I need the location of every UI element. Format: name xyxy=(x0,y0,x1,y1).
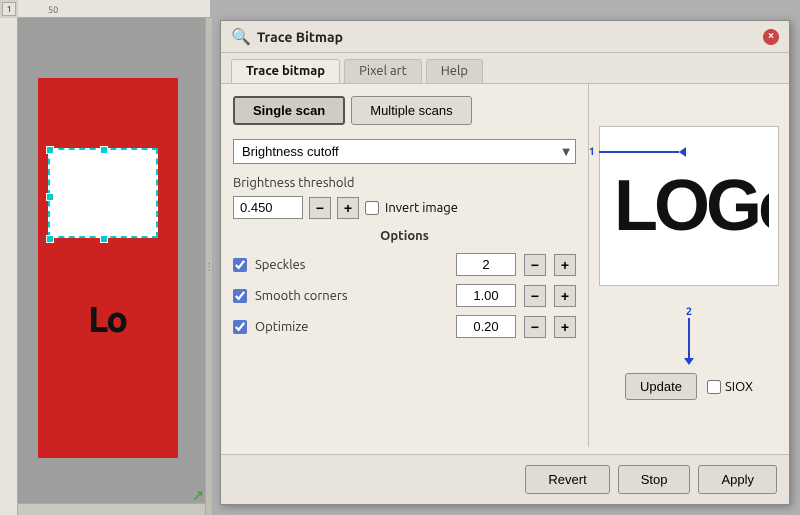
threshold-decrease-button[interactable]: − xyxy=(309,197,331,219)
dialog-titlebar: 🔍 Trace Bitmap × xyxy=(221,21,789,53)
dropdown-wrapper: Brightness cutoff ▼ xyxy=(233,139,576,164)
optimize-row: Optimize − + xyxy=(233,315,576,338)
ruler-top: 50 xyxy=(18,0,210,18)
smooth-corners-decrease-button[interactable]: − xyxy=(524,285,546,307)
tab-help[interactable]: Help xyxy=(426,59,483,83)
optimize-checkbox[interactable] xyxy=(233,320,247,334)
invert-image-checkbox[interactable] xyxy=(365,201,379,215)
siox-checkbox[interactable] xyxy=(707,380,721,394)
invert-row: Invert image xyxy=(365,201,458,215)
dropdown-section: Brightness cutoff ▼ 1 xyxy=(233,139,576,164)
canvas-area: 1 50 Lo ↗ xyxy=(0,0,210,515)
annotation-arrow-line xyxy=(599,151,679,153)
update-row: Update SIOX xyxy=(625,373,753,400)
optimize-label: Optimize xyxy=(255,320,448,334)
handle-bm[interactable] xyxy=(100,235,108,243)
optimize-input[interactable] xyxy=(456,315,516,338)
close-button[interactable]: × xyxy=(763,29,779,45)
logo-preview-text: LOGo xyxy=(609,155,769,257)
annotation-1-arrow xyxy=(599,147,686,157)
brightness-dropdown[interactable]: Brightness cutoff xyxy=(233,139,576,164)
smooth-corners-input[interactable] xyxy=(456,284,516,307)
optimize-increase-button[interactable]: + xyxy=(554,316,576,338)
dialog-body: Single scan Multiple scans Brightness cu… xyxy=(221,84,789,447)
options-title: Options xyxy=(233,229,576,243)
canvas-logo-text: Lo xyxy=(88,298,126,339)
speckles-decrease-button[interactable]: − xyxy=(524,254,546,276)
left-panel: Single scan Multiple scans Brightness cu… xyxy=(221,84,589,447)
logo-white-box: Lo xyxy=(48,148,158,238)
apply-button[interactable]: Apply xyxy=(698,465,777,494)
handle-bl[interactable] xyxy=(46,235,54,243)
trace-icon: 🔍 xyxy=(231,27,251,46)
speckles-label: Speckles xyxy=(255,258,448,272)
dialog-title: Trace Bitmap xyxy=(257,29,757,45)
smooth-corners-label: Smooth corners xyxy=(255,289,448,303)
speckles-increase-button[interactable]: + xyxy=(554,254,576,276)
tabs-container: Trace bitmap Pixel art Help xyxy=(221,53,789,84)
siox-label: SIOX xyxy=(725,380,753,394)
multiple-scans-button[interactable]: Multiple scans xyxy=(351,96,471,125)
tabs-inner: Trace bitmap Pixel art Help xyxy=(231,53,779,83)
smooth-corners-increase-button[interactable]: + xyxy=(554,285,576,307)
red-rectangle xyxy=(38,78,178,458)
smooth-corners-row: Smooth corners − + xyxy=(233,284,576,307)
canvas-direction-icon: ↗ xyxy=(192,487,206,501)
annotation-2-line xyxy=(688,318,690,358)
canvas-content: Lo xyxy=(18,18,210,515)
siox-row: SIOX xyxy=(707,380,753,394)
right-panel: LOGo 2 Update SIOX xyxy=(589,84,789,447)
threshold-row: − + Invert image xyxy=(233,196,576,219)
smooth-corners-checkbox[interactable] xyxy=(233,289,247,303)
revert-button[interactable]: Revert xyxy=(525,465,609,494)
handle-tm[interactable] xyxy=(100,146,108,154)
optimize-decrease-button[interactable]: − xyxy=(524,316,546,338)
tab-pixel-art[interactable]: Pixel art xyxy=(344,59,422,83)
speckles-row: Speckles − + xyxy=(233,253,576,276)
annotation-2-number: 2 xyxy=(686,306,692,318)
separator-dots: ⋮ xyxy=(204,262,214,272)
threshold-label: Brightness threshold xyxy=(233,176,576,190)
handle-tl[interactable] xyxy=(46,146,54,154)
annotation-2: 2 xyxy=(684,306,694,365)
annotation-1: 1 xyxy=(589,146,686,158)
scan-buttons: Single scan Multiple scans xyxy=(233,96,576,125)
ruler-left xyxy=(0,18,18,515)
single-scan-button[interactable]: Single scan xyxy=(233,96,345,125)
page-indicator: 1 xyxy=(2,2,16,16)
annotation-2-arrow xyxy=(684,318,694,365)
update-button[interactable]: Update xyxy=(625,373,697,400)
horizontal-scrollbar[interactable] xyxy=(18,503,210,515)
tab-trace-bitmap[interactable]: Trace bitmap xyxy=(231,59,340,83)
logo-svg: LOGo xyxy=(609,155,769,245)
speckles-input[interactable] xyxy=(456,253,516,276)
handle-ml[interactable] xyxy=(46,193,54,201)
svg-text:LOGo: LOGo xyxy=(614,166,769,245)
invert-image-label: Invert image xyxy=(385,201,458,215)
annotation-2-head xyxy=(684,358,694,365)
dialog-footer: Revert Stop Apply xyxy=(221,454,789,504)
speckles-checkbox[interactable] xyxy=(233,258,247,272)
annotation-1-number: 1 xyxy=(589,146,595,158)
threshold-input[interactable] xyxy=(233,196,303,219)
threshold-increase-button[interactable]: + xyxy=(337,197,359,219)
stop-button[interactable]: Stop xyxy=(618,465,691,494)
trace-bitmap-dialog: 🔍 Trace Bitmap × Trace bitmap Pixel art … xyxy=(220,20,790,505)
annotation-arrow-head xyxy=(679,147,686,157)
panel-separator[interactable]: ⋮ xyxy=(205,18,213,515)
